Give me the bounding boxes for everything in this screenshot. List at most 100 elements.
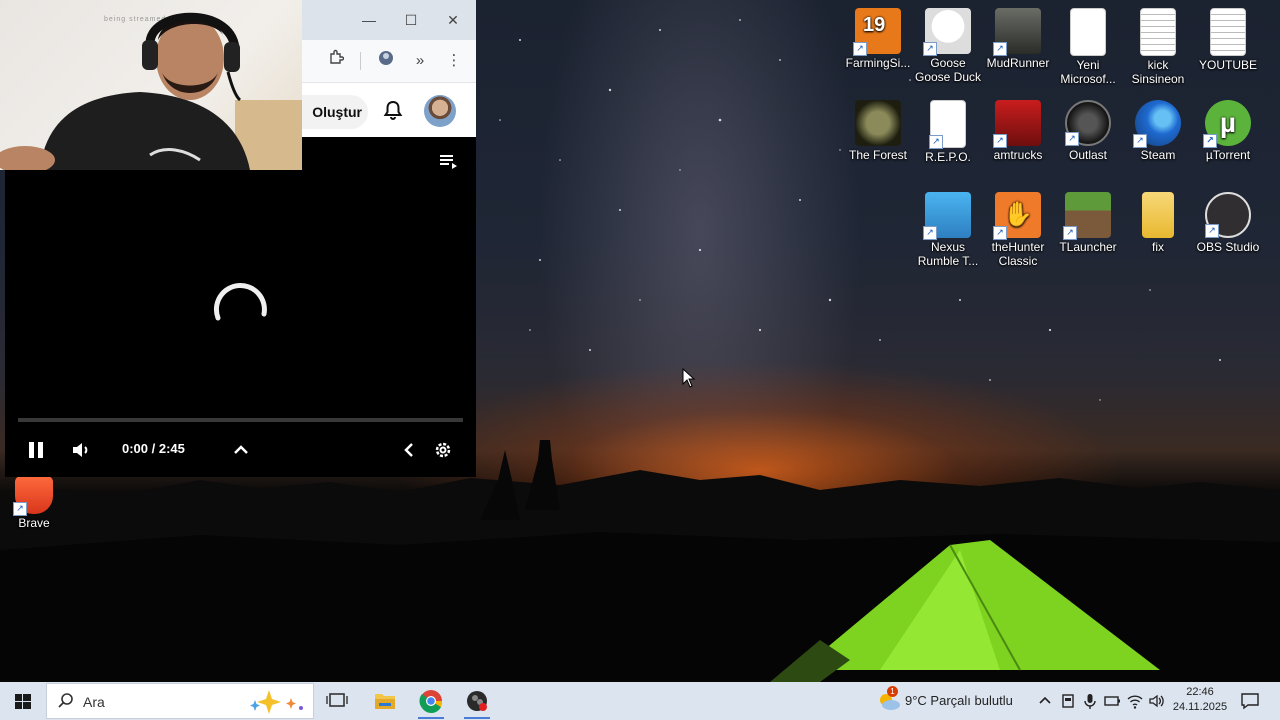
volume-tray-icon[interactable] <box>1148 692 1166 710</box>
document-icon <box>1070 8 1106 56</box>
battery-icon[interactable] <box>1103 692 1121 710</box>
chevron-double-right-icon[interactable]: » <box>408 49 432 73</box>
green-tent <box>770 540 1160 682</box>
microphone-icon[interactable] <box>1081 692 1099 710</box>
desktop-icon-label: kick Sinsineon <box>1131 58 1185 86</box>
desktop-icon-tlauncher[interactable]: ↗ TLauncher <box>1052 192 1124 254</box>
the-forest-icon <box>855 100 901 146</box>
shortcut-arrow-icon: ↗ <box>993 226 1007 240</box>
desktop-icon-repo[interactable]: ↗ R.E.P.O. <box>912 100 984 164</box>
task-view-icon[interactable] <box>314 682 360 720</box>
desktop-icon-yeni-microsoft[interactable]: Yeni Microsof... <box>1052 8 1124 86</box>
more-vertical-icon[interactable]: ⋮ <box>442 49 466 73</box>
desktop-icon-label: TLauncher <box>1059 240 1117 254</box>
shortcut-arrow-icon: ↗ <box>853 42 867 56</box>
profile-extension-icon[interactable] <box>374 49 398 73</box>
chrome-icon[interactable] <box>408 682 454 720</box>
minimize-button[interactable]: — <box>354 8 384 32</box>
blank-file-icon: ↗ <box>929 100 966 149</box>
shortcut-arrow-icon: ↗ <box>923 42 937 56</box>
loading-spinner <box>213 283 267 321</box>
thehunter-icon: ✋ ↗ <box>993 192 1041 240</box>
volume-icon[interactable] <box>69 438 93 462</box>
mouse-cursor <box>682 368 696 388</box>
shortcut-arrow-icon: ↗ <box>923 226 937 240</box>
desktop-icon-the-forest[interactable]: The Forest <box>842 100 914 162</box>
weather-notification-badge: 1 <box>887 686 898 697</box>
device-tray-icon[interactable] <box>1059 692 1077 710</box>
desktop-icon-goose-goose-duck[interactable]: ↗ Goose Goose Duck <box>912 8 984 84</box>
american-truck-icon: ↗ <box>993 100 1041 148</box>
account-avatar[interactable] <box>424 95 456 127</box>
desktop-icon-youtube-txt[interactable]: YOUTUBE <box>1192 8 1264 72</box>
obs-studio-taskbar-icon[interactable] <box>454 682 500 720</box>
desktop-icon-label: YOUTUBE <box>1198 58 1257 72</box>
settings-gear-icon[interactable] <box>431 438 455 462</box>
chevron-up-icon[interactable] <box>229 438 253 462</box>
desktop-icon-outlast[interactable]: ↗ Outlast <box>1052 100 1124 162</box>
desktop-icon-label: OBS Studio <box>1196 240 1260 254</box>
wifi-icon[interactable] <box>1126 692 1144 710</box>
player-controls: 0:00 / 2:45 <box>5 432 476 468</box>
maximize-button[interactable]: ☐ <box>396 8 426 32</box>
desktop-icon-thehunter[interactable]: ✋ ↗ theHunter Classic <box>982 192 1054 268</box>
extensions-icon[interactable] <box>324 49 348 73</box>
folder-icon <box>1142 192 1174 238</box>
desktop-icon-brave[interactable]: ↗ Brave <box>0 476 70 530</box>
icon-badge: 19 <box>863 14 886 36</box>
progress-bar[interactable] <box>18 418 463 422</box>
desktop-icon-obs-studio[interactable]: ↗ OBS Studio <box>1192 192 1264 254</box>
desktop-icon-nexus-rumble[interactable]: ↗ Nexus Rumble T... <box>912 192 984 268</box>
desktop-icon-kick-sinsineon[interactable]: kick Sinsineon <box>1122 8 1194 86</box>
shortcut-arrow-icon: ↗ <box>13 502 27 516</box>
farming-simulator-icon: 19 ↗ <box>853 8 901 56</box>
sparkle-highlight-icon <box>250 690 303 714</box>
brave-icon: ↗ <box>13 476 53 516</box>
chevron-left-icon[interactable] <box>397 438 421 462</box>
notifications-bell-icon[interactable] <box>382 99 404 121</box>
pause-icon[interactable] <box>24 438 48 462</box>
video-player[interactable]: 0:00 / 2:45 <box>5 170 476 477</box>
windows-start-icon[interactable] <box>0 682 46 720</box>
desktop-icon-utorrent[interactable]: µ ↗ µTorrent <box>1192 100 1264 162</box>
desktop-icon-label: The Forest <box>848 148 908 162</box>
weather-text[interactable]: 9°C Parçalı bulutlu <box>905 693 1013 708</box>
create-button-label: Oluştur <box>312 104 362 120</box>
shortcut-arrow-icon: ↗ <box>1065 132 1079 146</box>
desktop-icon-amtrucks[interactable]: ↗ amtrucks <box>982 100 1054 162</box>
desktop-icon-steam[interactable]: ↗ Steam <box>1122 100 1194 162</box>
chevron-up-tray-icon[interactable] <box>1036 692 1054 710</box>
obs-studio-icon: ↗ <box>1205 192 1251 238</box>
search-placeholder: Ara <box>83 694 105 710</box>
desktop-icon-label: fix <box>1152 240 1164 254</box>
streamer-webcam-feed <box>0 12 302 170</box>
browser-window[interactable]: — ☐ ✕ » ⋮ Oluştur <box>302 0 476 170</box>
shortcut-arrow-icon: ↗ <box>1133 134 1147 148</box>
taskbar: Ara 1 9°C Parçalı bulutlu 22:46 24.11.20… <box>0 682 1280 720</box>
notification-center-icon[interactable] <box>1240 691 1260 711</box>
desktop-icon-mudrunner[interactable]: ↗ MudRunner <box>982 8 1054 70</box>
desktop-icon-label: Goose Goose Duck <box>914 56 982 84</box>
toolbar-divider <box>360 52 361 70</box>
desktop-icon-farming-simulator[interactable]: 19 ↗ FarmingSi... <box>842 8 914 70</box>
create-button[interactable]: Oluştur <box>302 95 368 129</box>
text-file-icon <box>1140 8 1176 56</box>
outlast-icon: ↗ <box>1065 100 1111 146</box>
time-display: 0:00 / 2:45 <box>122 441 185 456</box>
goose-goose-duck-icon: ↗ <box>923 8 971 56</box>
playlist-queue-icon[interactable] <box>440 154 458 170</box>
desktop-icon-fix-folder[interactable]: fix <box>1122 192 1194 254</box>
shortcut-arrow-icon: ↗ <box>993 42 1007 56</box>
desktop-icon-label: Steam <box>1140 148 1176 162</box>
desktop-icon-label: amtrucks <box>993 148 1043 162</box>
taskbar-search-box[interactable]: Ara <box>46 683 314 719</box>
shortcut-arrow-icon: ↗ <box>1063 226 1077 240</box>
tlauncher-icon: ↗ <box>1063 192 1111 240</box>
browser-titlebar[interactable]: — ☐ ✕ <box>302 0 476 40</box>
taskbar-clock[interactable]: 22:46 24.11.2025 <box>1168 685 1232 715</box>
file-explorer-icon[interactable] <box>362 682 408 720</box>
steam-icon: ↗ <box>1133 100 1181 148</box>
text-file-icon <box>1210 8 1246 56</box>
close-button[interactable]: ✕ <box>438 8 468 32</box>
desktop-icon-label: MudRunner <box>986 56 1050 70</box>
